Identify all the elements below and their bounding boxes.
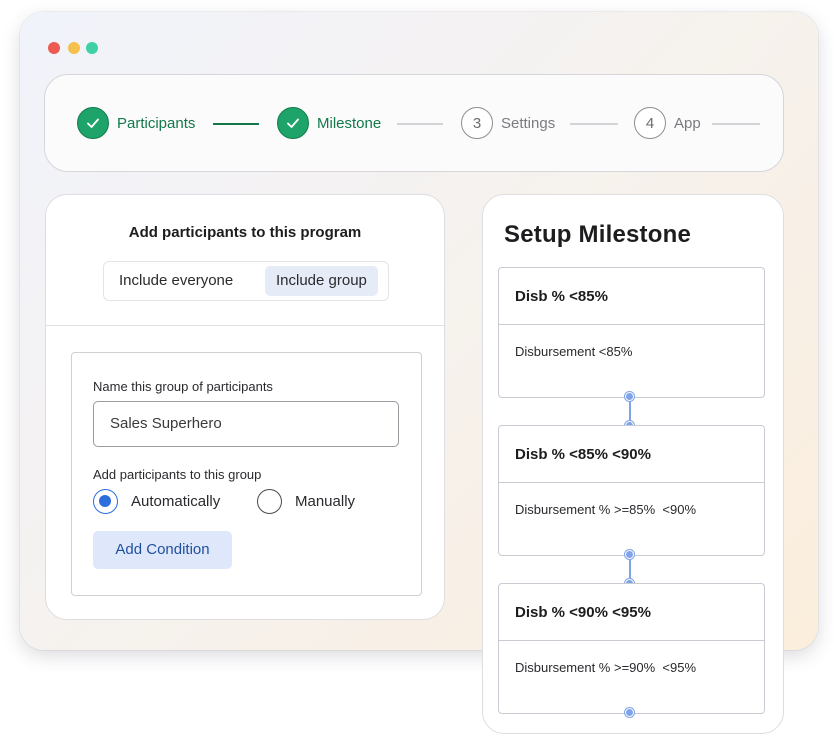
group-settings-panel: Name this group of participants Sales Su…	[71, 352, 422, 596]
step-connector	[397, 123, 443, 125]
include-group-option[interactable]: Include group	[265, 266, 378, 296]
milestone-item[interactable]: Disb % <85% Disbursement <85%	[498, 267, 765, 398]
window-close-dot[interactable]	[48, 42, 60, 54]
step-label: Settings	[501, 114, 556, 132]
milestone-heading: Disb % <85% <90%	[499, 426, 764, 483]
window-minimize-dot[interactable]	[68, 42, 80, 54]
step-label: Milestone	[317, 114, 382, 132]
check-icon	[277, 107, 309, 139]
step-number: 4	[634, 107, 666, 139]
step-settings[interactable]: 3 Settings	[461, 107, 555, 139]
step-milestone[interactable]: Milestone	[277, 107, 381, 139]
radio-automatically[interactable]: Automatically	[93, 489, 220, 514]
radio-manually[interactable]: Manually	[257, 489, 355, 514]
step-label: Participants	[117, 114, 196, 132]
step-label: App	[674, 114, 701, 132]
milestone-heading: Disb % <90% <95%	[499, 584, 764, 641]
add-condition-button[interactable]: Add Condition	[93, 531, 232, 569]
milestone-heading: Disb % <85%	[499, 268, 764, 325]
milestone-title: Setup Milestone	[504, 221, 692, 248]
radio-button[interactable]	[257, 489, 282, 514]
step-participants[interactable]: Participants	[77, 107, 195, 139]
divider	[46, 325, 444, 326]
group-name-label: Name this group of participants	[93, 379, 273, 394]
participants-title: Add participants to this program	[128, 224, 362, 241]
milestone-item[interactable]: Disb % <90% <95% Disbursement % >=90% <9…	[498, 583, 765, 714]
check-icon	[77, 107, 109, 139]
milestone-description: Disbursement % >=90% <95%	[515, 660, 697, 675]
group-name-input[interactable]: Sales Superhero	[93, 401, 399, 447]
participants-card: Add participants to this program Include…	[45, 194, 445, 620]
step-connector	[213, 123, 259, 125]
step-connector	[570, 123, 618, 125]
step-app[interactable]: 4 App	[634, 107, 701, 139]
milestone-description: Disbursement % >=85% <90%	[515, 502, 697, 517]
progress-stepper: Participants Milestone 3 Settings 4 App	[44, 74, 784, 172]
step-connector	[712, 123, 760, 125]
milestone-description: Disbursement <85%	[515, 344, 633, 359]
connector-node	[625, 550, 634, 559]
radio-label: Automatically	[131, 493, 221, 510]
connector-node	[625, 392, 634, 401]
connector-node	[625, 708, 634, 717]
milestone-card: Setup Milestone Disb % <85% Disbursement…	[482, 194, 784, 734]
radio-button-selected[interactable]	[93, 489, 118, 514]
include-segmented-control: Include everyone Include group	[103, 261, 389, 301]
radio-label: Manually	[295, 493, 356, 510]
window-maximize-dot[interactable]	[86, 42, 98, 54]
add-participants-label: Add participants to this group	[93, 467, 262, 482]
milestone-item[interactable]: Disb % <85% <90% Disbursement % >=85% <9…	[498, 425, 765, 556]
include-everyone-option[interactable]: Include everyone	[108, 266, 244, 296]
step-number: 3	[461, 107, 493, 139]
